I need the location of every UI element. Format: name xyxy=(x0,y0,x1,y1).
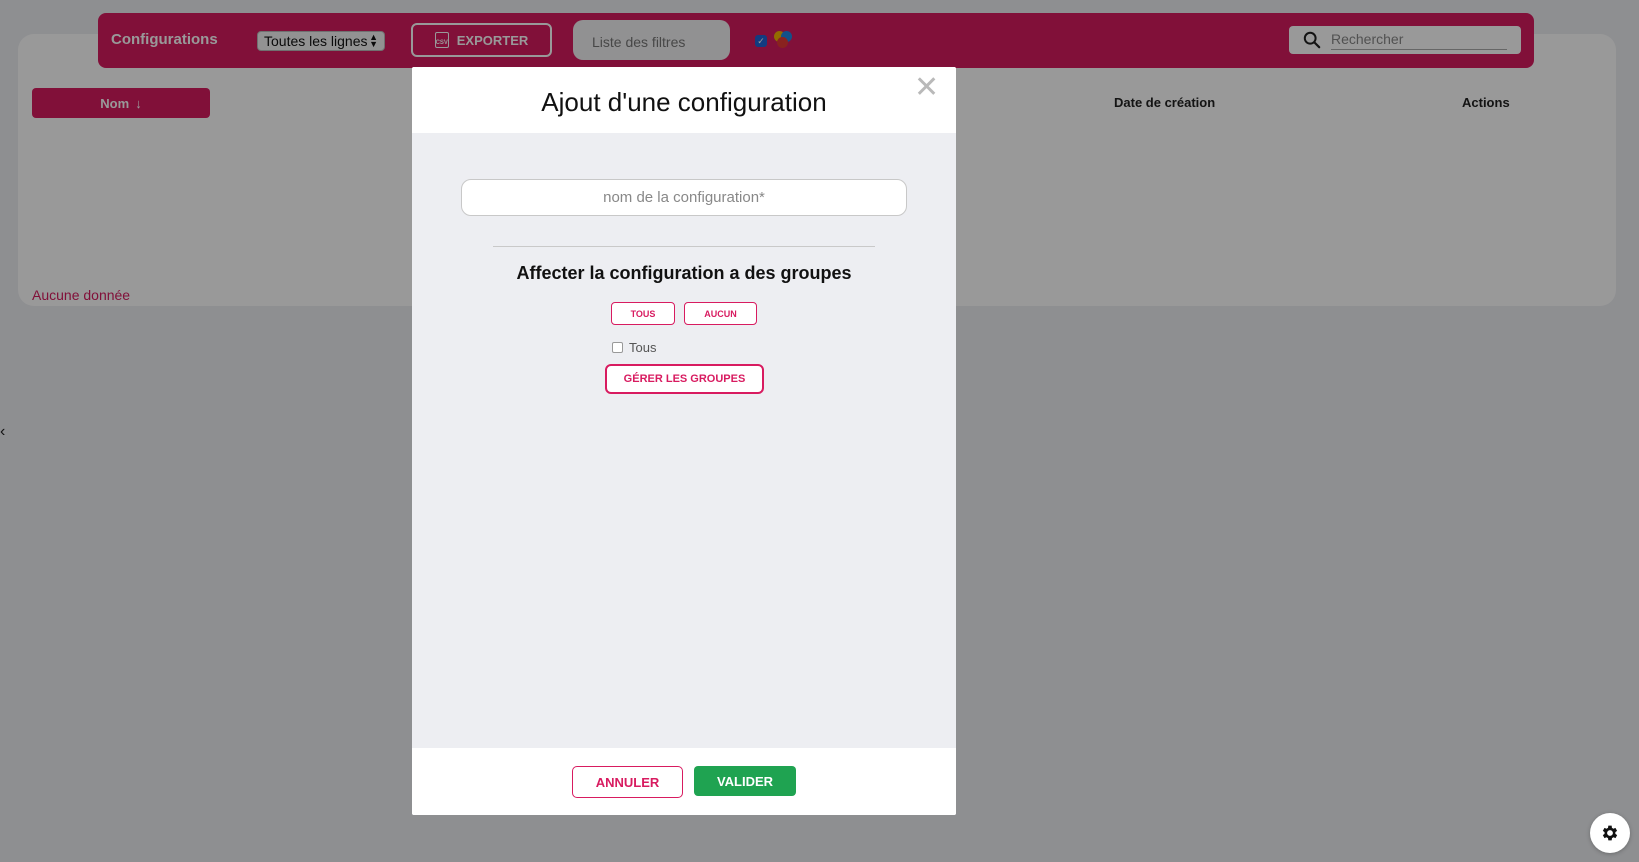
select-all-groups-button[interactable]: TOUS xyxy=(611,302,675,325)
submit-button[interactable]: VALIDER xyxy=(694,766,796,796)
gear-icon xyxy=(1602,825,1618,841)
modal-title: Ajout d'une configuration xyxy=(541,87,827,117)
group-option-tous[interactable]: Tous xyxy=(612,340,656,355)
modal-footer: ANNULER VALIDER xyxy=(412,748,956,815)
close-icon[interactable]: ✕ xyxy=(914,73,939,103)
assign-groups-title: Affecter la configuration a des groupes xyxy=(516,263,852,283)
configuration-name-input[interactable]: nom de la configuration* xyxy=(461,179,907,216)
group-checkbox[interactable] xyxy=(612,342,623,353)
cancel-button[interactable]: ANNULER xyxy=(572,766,683,798)
settings-button[interactable] xyxy=(1590,813,1630,853)
manage-groups-button[interactable]: GÉRER LES GROUPES xyxy=(605,364,764,394)
modal-header: Ajout d'une configuration ✕ xyxy=(412,67,956,133)
add-configuration-modal: Ajout d'une configuration ✕ nom de la co… xyxy=(412,67,956,815)
select-no-groups-button[interactable]: AUCUN xyxy=(684,302,757,325)
group-option-label: Tous xyxy=(629,340,657,355)
divider xyxy=(493,246,875,247)
